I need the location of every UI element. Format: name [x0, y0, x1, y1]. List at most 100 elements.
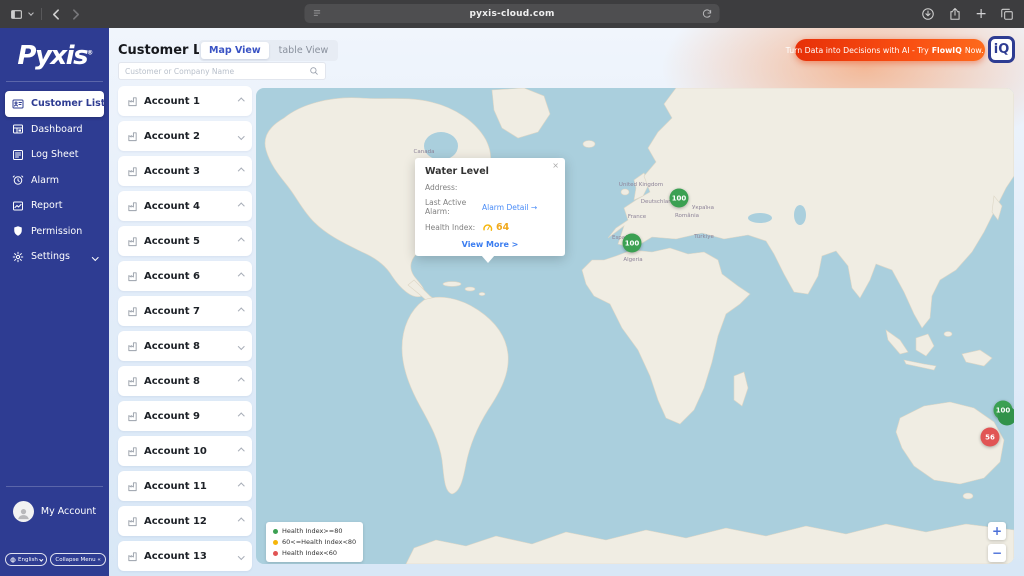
chevron-icon[interactable]: [238, 343, 244, 349]
marker-value: 100: [996, 406, 1011, 414]
map-marker[interactable]: 56: [981, 428, 1000, 447]
company-icon: [127, 166, 138, 177]
account-name: Account 10: [144, 446, 207, 457]
iq-logo[interactable]: iQ: [988, 36, 1015, 63]
view-tab[interactable]: Map View: [201, 42, 269, 59]
chevron-down-icon[interactable]: [28, 10, 34, 16]
search-input[interactable]: [119, 67, 309, 76]
alarm-detail-link[interactable]: Alarm Detail →: [482, 203, 537, 212]
sidebar-item-label: Dashboard: [31, 124, 83, 135]
sidebar-item[interactable]: Customer List: [5, 91, 104, 117]
company-icon: [127, 201, 138, 212]
account-name: Account 9: [144, 411, 200, 422]
chevron-icon[interactable]: [238, 308, 244, 314]
account-row[interactable]: Account 5: [118, 226, 252, 256]
sidebar-item[interactable]: Dashboard: [5, 117, 104, 143]
url-bar[interactable]: pyxis-cloud.com: [305, 4, 720, 23]
tab-overview-icon[interactable]: [1000, 7, 1014, 21]
url-text: pyxis-cloud.com: [469, 9, 554, 19]
chevron-icon[interactable]: [238, 273, 244, 279]
search-icon[interactable]: [309, 66, 319, 76]
account-row[interactable]: Account 1: [118, 86, 252, 116]
chevron-icon[interactable]: [238, 168, 244, 174]
sidebar-item[interactable]: Alarm: [5, 168, 104, 194]
account-name: Account 12: [144, 516, 207, 527]
map-marker[interactable]: 100: [623, 234, 642, 253]
account-row[interactable]: Account 13: [118, 541, 252, 571]
trademark: ®: [87, 49, 92, 56]
account-name: Account 13: [144, 551, 207, 562]
shield-icon: [12, 225, 24, 237]
account-row[interactable]: Account 3: [118, 156, 252, 186]
account-row[interactable]: Account 6: [118, 261, 252, 291]
chevron-icon[interactable]: [238, 378, 244, 384]
reader-icon[interactable]: [312, 8, 323, 19]
avatar: [13, 501, 34, 522]
sidebar-item[interactable]: Log Sheet: [5, 142, 104, 168]
legend-label: 60<=Health Index<80: [282, 538, 356, 546]
health-index-value: 64: [496, 222, 509, 233]
account-name: Account 4: [144, 201, 200, 212]
account-row[interactable]: Account 12: [118, 506, 252, 536]
account-row[interactable]: Account 2: [118, 121, 252, 151]
sidebar: Pyxis® Customer List Dashboard Log Sheet…: [0, 28, 109, 576]
share-icon[interactable]: [948, 7, 962, 21]
company-icon: [127, 551, 138, 562]
legend-label: Health Index>=80: [282, 527, 342, 535]
browser-actions: +: [921, 0, 1014, 28]
search-box: [118, 62, 326, 80]
world-map[interactable]: CanadaUnited KingdomDeutschlandFranceEsp…: [256, 88, 1014, 564]
chevron-icon[interactable]: [238, 133, 244, 139]
marker-value: 100: [625, 239, 640, 247]
address-label: Address:: [425, 183, 482, 192]
chevron-icon[interactable]: [238, 413, 244, 419]
map-landmass: [256, 88, 1014, 564]
flowiq-banner[interactable]: Turn Data into Decisions with AI - Try F…: [795, 39, 985, 61]
account-row[interactable]: Account 4: [118, 191, 252, 221]
sidebar-item[interactable]: Report: [5, 193, 104, 219]
downloads-icon[interactable]: [921, 7, 935, 21]
sidebar-item[interactable]: Settings: [5, 244, 104, 270]
account-name: Account 8: [144, 376, 200, 387]
map-marker[interactable]: 100: [994, 401, 1013, 420]
dashboard-icon: [12, 123, 24, 135]
divider: [6, 486, 103, 487]
account-row[interactable]: Account 10: [118, 436, 252, 466]
main-content: Customer List(99) Map Viewtable View Tur…: [109, 28, 1024, 576]
my-account[interactable]: My Account: [0, 501, 109, 522]
account-row[interactable]: Account 11: [118, 471, 252, 501]
sidebar-item[interactable]: Permission: [5, 219, 104, 245]
sidebar-toggle-icon[interactable]: [10, 8, 23, 21]
chevron-icon[interactable]: [238, 203, 244, 209]
company-icon: [127, 306, 138, 317]
chevron-icon[interactable]: [238, 483, 244, 489]
account-row[interactable]: Account 8: [118, 331, 252, 361]
legend-dot: [273, 529, 278, 534]
account-row[interactable]: Account 7: [118, 296, 252, 326]
chevron-icon[interactable]: [238, 238, 244, 244]
sidebar-footer: English Collapse Menu «: [5, 553, 106, 566]
back-icon[interactable]: [50, 8, 63, 21]
language-selector[interactable]: English: [5, 553, 47, 566]
chevron-icon[interactable]: [238, 518, 244, 524]
chevron-icon[interactable]: [238, 98, 244, 104]
map-popup: × Water Level Address: Last Active Alarm…: [415, 158, 565, 256]
id-card-icon: [12, 98, 24, 110]
close-icon[interactable]: ×: [552, 161, 559, 170]
collapse-label: Collapse Menu «: [55, 557, 100, 563]
legend-dot: [273, 540, 278, 545]
new-tab-icon[interactable]: +: [975, 7, 987, 21]
account-row[interactable]: Account 8: [118, 366, 252, 396]
reload-icon[interactable]: [702, 8, 713, 19]
forward-icon[interactable]: [69, 8, 82, 21]
view-more-link[interactable]: View More >: [425, 240, 555, 249]
map-marker[interactable]: 100: [670, 189, 689, 208]
chevron-icon[interactable]: [238, 553, 244, 559]
account-row[interactable]: Account 9: [118, 401, 252, 431]
zoom-out-button[interactable]: −: [988, 544, 1006, 562]
view-tab[interactable]: table View: [271, 42, 337, 59]
zoom-in-button[interactable]: +: [988, 522, 1006, 540]
collapse-menu-button[interactable]: Collapse Menu «: [50, 553, 105, 566]
chevron-icon[interactable]: [238, 448, 244, 454]
company-icon: [127, 271, 138, 282]
